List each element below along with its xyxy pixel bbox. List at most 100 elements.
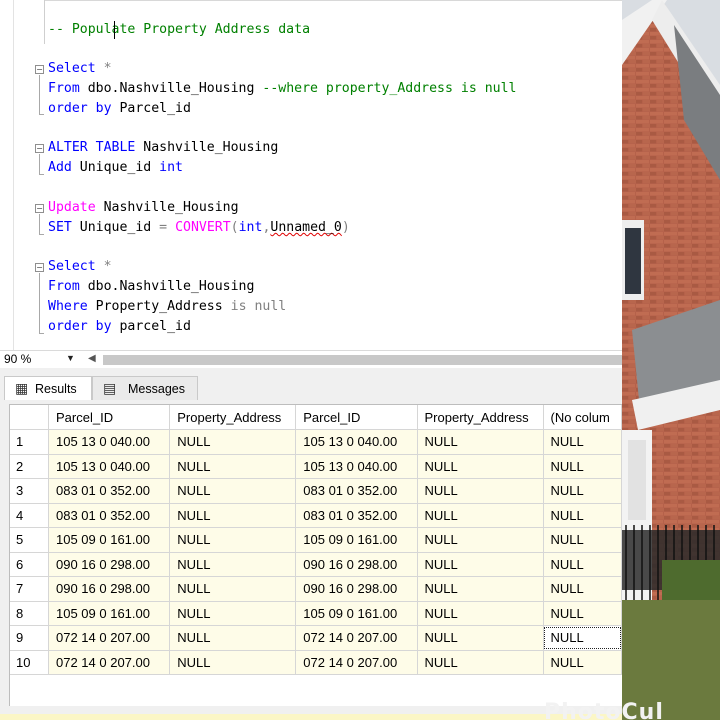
table-row[interactable]: 2 105 13 0 040.00 NULL 105 13 0 040.00 NULL N… [10,454,622,479]
table-row[interactable]: 10 072 14 0 207.00 NULL 072 14 0 207.00 NULL… [10,650,622,675]
table-cell[interactable]: 072 14 0 207.00 [295,625,418,651]
table-cell[interactable]: NULL [417,478,544,504]
code-line[interactable]: Add Unique_id int [48,158,183,178]
table-cell[interactable]: NULL [543,478,622,504]
table-cell[interactable]: 083 01 0 352.00 [295,478,418,504]
row-number[interactable]: 2 [10,454,49,479]
table-row[interactable]: 4 083 01 0 352.00 NULL 083 01 0 352.00 NULL N… [10,503,622,528]
row-number[interactable]: 4 [10,503,49,528]
table-cell[interactable]: 105 13 0 040.00 [48,454,171,479]
sql-editor[interactable]: − − − − -- Populate Property Address dat… [0,0,622,350]
table-cell[interactable]: NULL [169,625,297,651]
table-cell[interactable]: NULL [543,576,622,602]
fold-toggle-icon[interactable]: − [35,65,44,74]
table-cell[interactable]: 105 09 0 161.00 [295,601,418,626]
column-header[interactable]: Parcel_ID [48,405,171,430]
code-line[interactable]: Update Nashville_Housing [48,198,239,218]
table-cell[interactable]: NULL [169,650,297,675]
table-cell[interactable]: NULL [543,527,622,553]
table-cell[interactable]: NULL [543,503,622,528]
code-line[interactable]: Where Property_Address is null [48,297,286,317]
table-row[interactable]: 3 083 01 0 352.00 NULL 083 01 0 352.00 NULL N… [10,478,622,504]
table-cell[interactable]: NULL [417,650,544,675]
table-cell[interactable]: NULL [169,503,297,528]
row-number[interactable]: 8 [10,601,49,626]
code-line[interactable]: Select * [48,59,112,79]
fold-toggle-icon[interactable]: − [35,144,44,153]
table-row[interactable]: 9 072 14 0 207.00 NULL 072 14 0 207.00 NULL N… [10,625,622,651]
table-cell[interactable]: NULL [417,527,544,553]
table-cell[interactable]: 083 01 0 352.00 [295,503,418,528]
scroll-left-icon[interactable]: ◀ [88,353,96,364]
table-cell[interactable]: 090 16 0 298.00 [48,552,171,577]
table-cell[interactable]: NULL [417,601,544,626]
table-cell[interactable]: NULL [169,527,297,553]
table-cell[interactable]: 105 09 0 161.00 [48,527,171,553]
row-number[interactable]: 9 [10,625,49,651]
code-line[interactable]: ALTER TABLE Nashville_Housing [48,138,278,158]
table-cell[interactable]: 105 13 0 040.00 [295,429,418,455]
table-cell[interactable]: NULL [169,429,297,455]
table-cell[interactable]: 083 01 0 352.00 [48,503,171,528]
row-number[interactable]: 7 [10,576,49,602]
table-row[interactable]: 7 090 16 0 298.00 NULL 090 16 0 298.00 NULL N… [10,576,622,602]
results-grid[interactable]: Parcel_ID Property_Address Parcel_ID Pro… [9,404,622,706]
table-cell[interactable]: NULL [417,625,544,651]
table-row[interactable]: 8 105 09 0 161.00 NULL 105 09 0 161.00 NULL N… [10,601,622,626]
table-row[interactable]: 6 090 16 0 298.00 NULL 090 16 0 298.00 NULL N… [10,552,622,577]
table-cell[interactable]: 090 16 0 298.00 [48,576,171,602]
row-number[interactable]: 6 [10,552,49,577]
table-cell[interactable]: NULL [169,454,297,479]
table-cell[interactable]: 105 13 0 040.00 [295,454,418,479]
table-cell[interactable]: NULL [417,552,544,577]
table-cell[interactable]: NULL [417,576,544,602]
table-cell[interactable]: NULL [417,503,544,528]
table-cell[interactable]: NULL [543,552,622,577]
table-cell[interactable]: NULL [543,625,622,651]
column-header[interactable]: Parcel_ID [295,405,418,430]
code-line[interactable]: order by parcel_id [48,317,191,337]
row-number[interactable]: 3 [10,478,49,504]
row-number[interactable]: 5 [10,527,49,553]
horizontal-scrollbar[interactable] [103,355,622,365]
table-cell[interactable]: NULL [169,478,297,504]
table-cell[interactable]: NULL [417,429,544,455]
table-cell[interactable]: 105 09 0 161.00 [48,601,171,626]
code-line[interactable]: order by Parcel_id [48,99,191,119]
zoom-level[interactable]: 90 % [4,352,31,366]
table-cell[interactable]: NULL [417,454,544,479]
table-cell[interactable]: NULL [543,429,622,455]
table-cell[interactable]: 105 09 0 161.00 [295,527,418,553]
row-number[interactable]: 1 [10,429,49,455]
table-cell[interactable]: NULL [169,576,297,602]
row-number-header[interactable] [10,405,49,430]
table-cell[interactable]: NULL [169,601,297,626]
table-cell[interactable]: 083 01 0 352.00 [48,478,171,504]
table-cell[interactable]: 072 14 0 207.00 [48,625,171,651]
table-cell[interactable]: NULL [543,650,622,675]
table-cell[interactable]: 090 16 0 298.00 [295,552,418,577]
fold-toggle-icon[interactable]: − [35,263,44,272]
table-cell[interactable]: 072 14 0 207.00 [295,650,418,675]
table-cell[interactable]: 105 13 0 040.00 [48,429,171,455]
row-number[interactable]: 10 [10,650,49,675]
code-line[interactable]: From dbo.Nashville_Housing --where prope… [48,79,516,99]
table-cell[interactable]: NULL [169,552,297,577]
column-header[interactable]: Property_Address [417,405,544,430]
code-line[interactable]: -- Populate Property Address data [48,20,310,40]
table-cell[interactable]: 072 14 0 207.00 [48,650,171,675]
code-line[interactable]: From dbo.Nashville_Housing [48,277,254,297]
code-line[interactable]: Select * [48,257,112,277]
zoom-dropdown-icon[interactable]: ▼ [66,353,75,363]
table-row[interactable]: 1 105 13 0 040.00 NULL 105 13 0 040.00 NULL N… [10,429,622,455]
code-line[interactable]: SET Unique_id = CONVERT(int,Unnamed_0) [48,218,350,238]
table-cell[interactable]: 090 16 0 298.00 [295,576,418,602]
column-header[interactable]: Property_Address [169,405,297,430]
table-cell[interactable]: NULL [543,454,622,479]
tab-messages[interactable]: ▤ Messages [92,376,198,400]
fold-toggle-icon[interactable]: − [35,204,44,213]
tab-results[interactable]: ▦ Results [4,376,92,400]
table-row[interactable]: 5 105 09 0 161.00 NULL 105 09 0 161.00 NULL N… [10,527,622,553]
table-cell[interactable]: NULL [543,601,622,626]
column-header[interactable]: (No colum [543,405,622,430]
